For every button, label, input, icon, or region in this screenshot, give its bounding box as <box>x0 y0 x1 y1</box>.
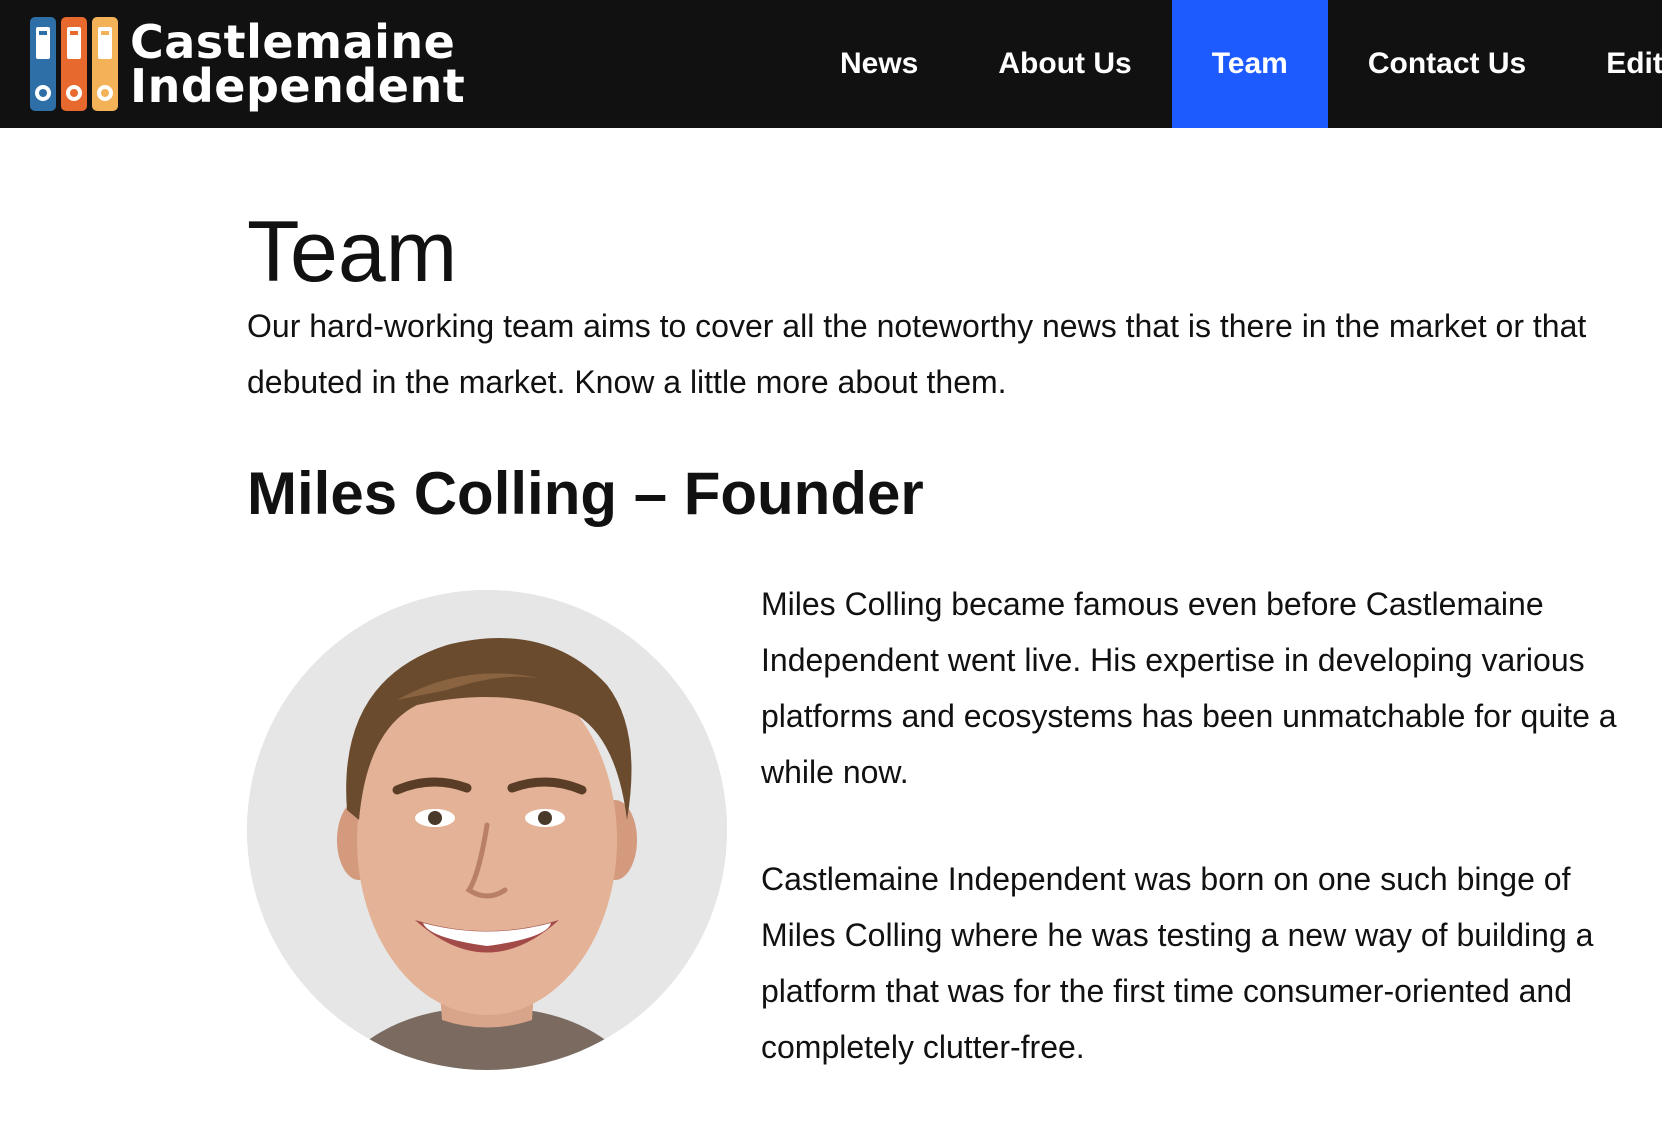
bio-line: Independent went live. His expertise in … <box>761 642 1585 678</box>
portrait-photo <box>247 590 727 1070</box>
bio-line: Miles Colling became famous even before … <box>761 586 1544 622</box>
bio-line: while now. <box>761 754 909 790</box>
team-intro: Our hard-working team aims to cover all … <box>247 298 1662 410</box>
site-header: Castlemaine Independent News About Us Te… <box>0 0 1662 128</box>
logo-line-2: Independent <box>130 59 466 113</box>
bio-line: platforms and ecosystems has been unmatc… <box>761 698 1617 734</box>
bio-paragraph: Miles Colling became famous even before … <box>761 576 1662 800</box>
intro-line: debuted in the market. Know a little mor… <box>247 364 1007 400</box>
portrait-illustration <box>247 590 727 1070</box>
member-heading: Miles Colling – Founder <box>247 460 924 527</box>
bio-paragraph: Castlemaine Independent was born on one … <box>761 851 1662 1075</box>
bio-line: Castlemaine Independent was born on one … <box>761 861 1571 897</box>
site-logo[interactable]: Castlemaine Independent <box>30 14 465 114</box>
bio-line: platform that was for the first time con… <box>761 973 1573 1009</box>
logo-line-1: Castlemaine <box>130 15 456 69</box>
logo-wordmark: Castlemaine Independent <box>130 15 466 113</box>
nav-item-about-us[interactable]: About Us <box>958 0 1171 128</box>
main-nav: News About Us Team Contact Us Edito <box>800 0 1662 128</box>
intro-line: Our hard-working team aims to cover all … <box>247 308 1587 344</box>
bio-line: Miles Colling where he was testing a new… <box>761 917 1594 953</box>
binders-logo-icon <box>30 17 118 111</box>
nav-item-contact-us[interactable]: Contact Us <box>1328 0 1566 128</box>
member-bio: Miles Colling became famous even before … <box>761 576 1662 1126</box>
nav-item-team[interactable]: Team <box>1171 0 1328 128</box>
nav-item-editorial[interactable]: Edito <box>1566 0 1662 128</box>
page-title: Team <box>247 204 458 300</box>
bio-line: completely clutter-free. <box>761 1029 1085 1065</box>
nav-item-news[interactable]: News <box>800 0 958 128</box>
